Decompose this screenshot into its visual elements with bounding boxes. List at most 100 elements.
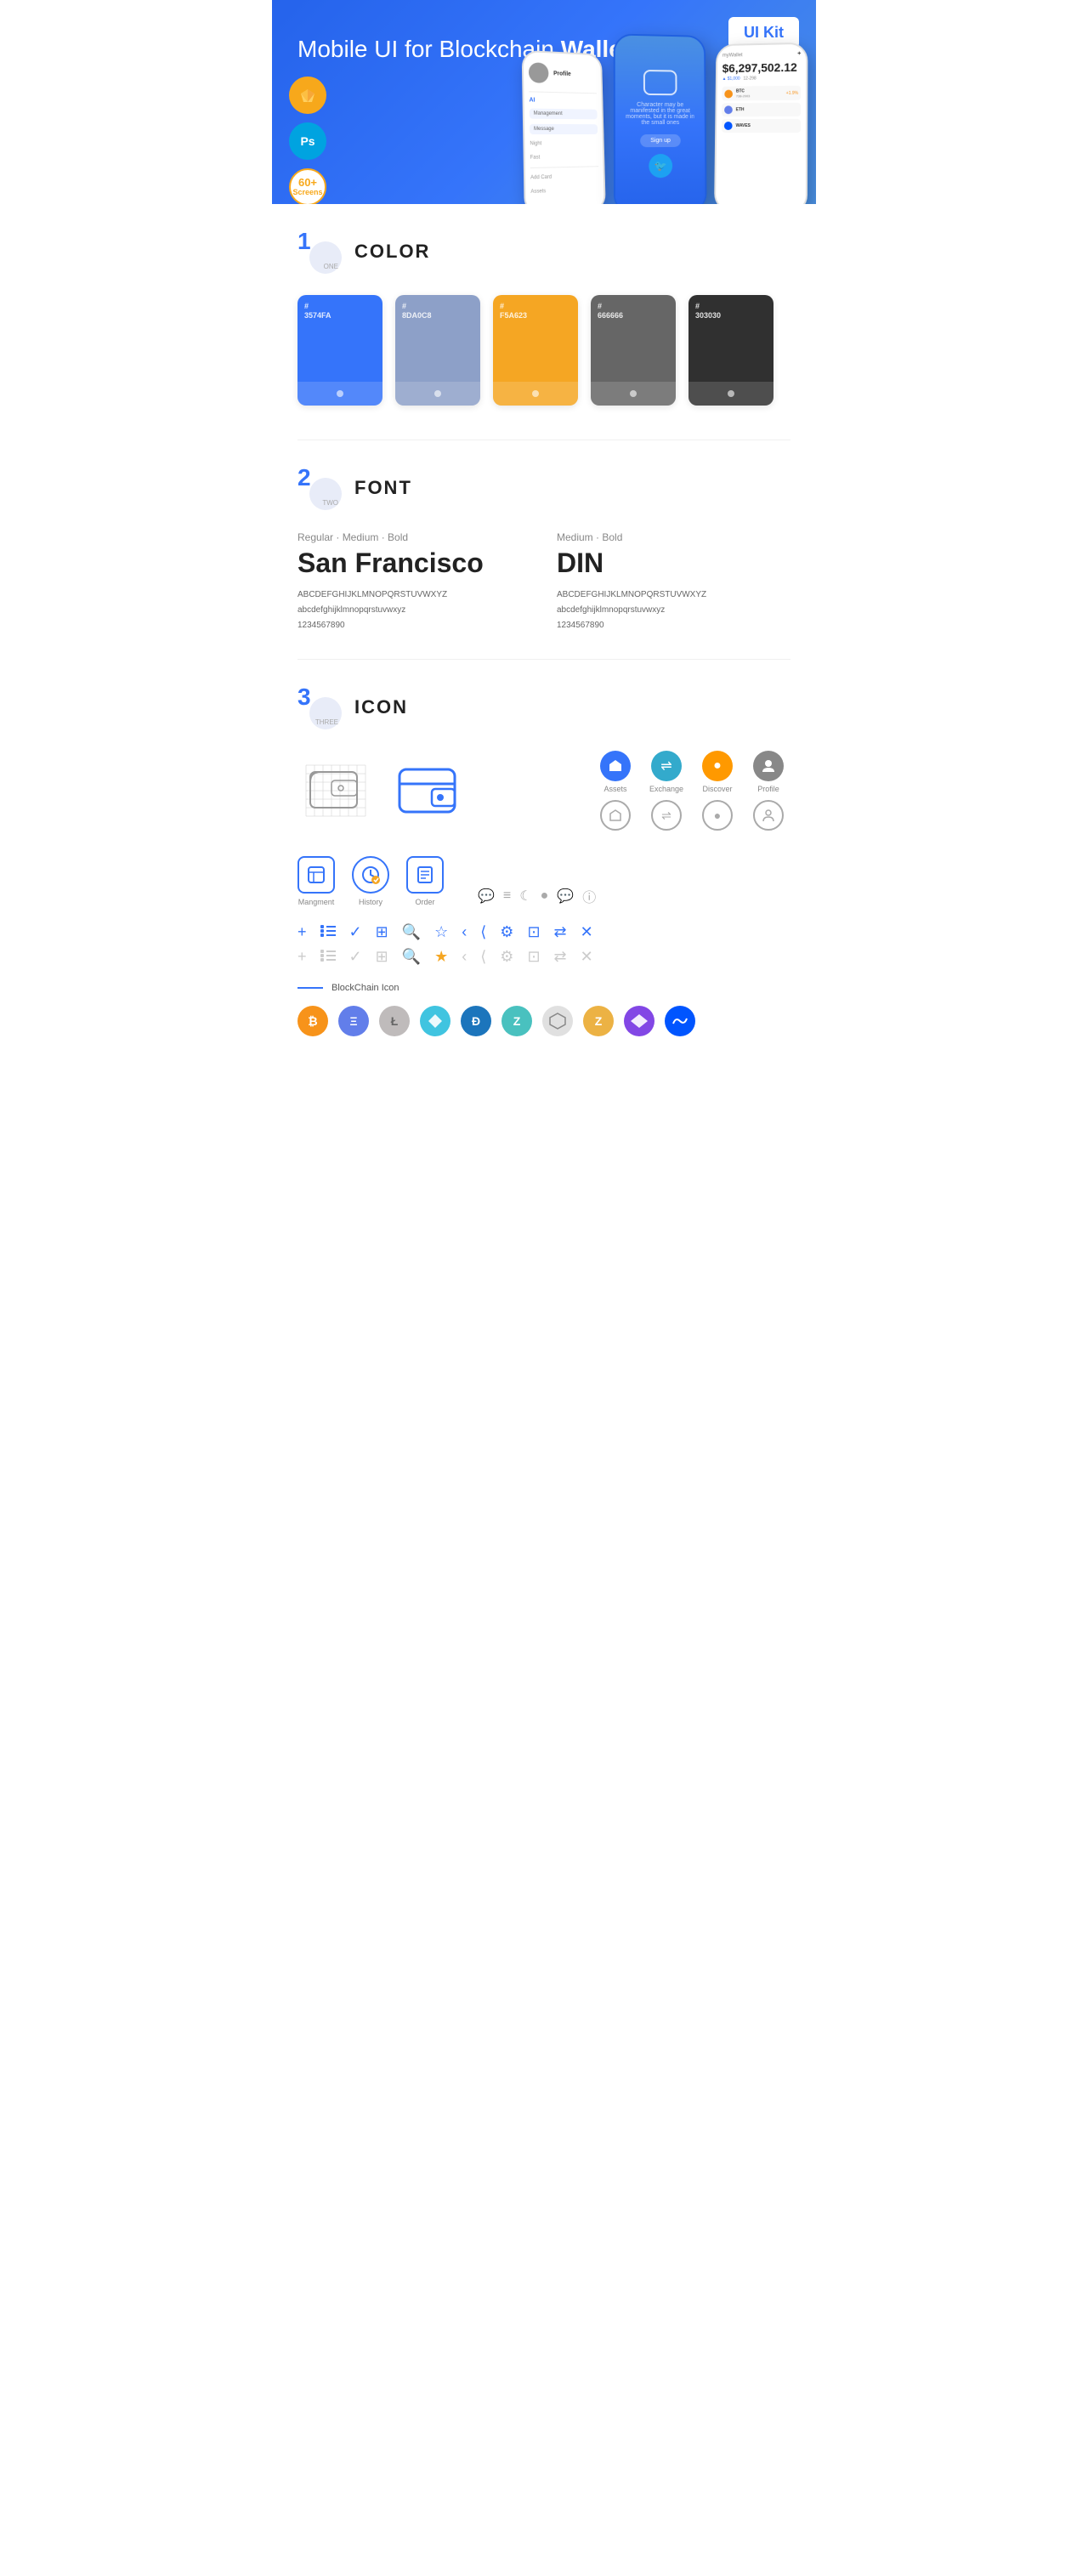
discover-icon-gray: ● [702, 800, 733, 831]
profile-icon-gray [753, 800, 784, 831]
discover-icon-outline: ● [695, 800, 740, 831]
management-icon [298, 856, 335, 894]
check-icon-gray: ✓ [349, 948, 362, 966]
matic-icon [624, 1006, 654, 1036]
chat-icon: 💬 [478, 888, 495, 905]
list-icon-gray [320, 948, 336, 966]
discover-icon-item: ● Discover [695, 751, 740, 793]
management-label: Mangment [298, 898, 335, 906]
star-icon: ☆ [434, 923, 448, 941]
export-icon-gray: ⊡ [527, 948, 540, 966]
color-swatch-1: #3574FA [298, 295, 382, 406]
font-din-lowercase: abcdefghijklmnopqrstuvwxyz [557, 603, 790, 618]
share-icon-gray: ⟨ [480, 948, 486, 966]
section-number-1: 1 ONE [298, 230, 342, 274]
color-grid: #3574FA #8DA0C8 #F5A623 #666666 #303030 [298, 295, 790, 406]
assets-icon-gray [600, 800, 631, 831]
font-din-uppercase: ABCDEFGHIJKLMNOPQRSTUVWXYZ [557, 587, 790, 603]
phone-left: Profile AI Management Message Night Fast… [522, 50, 606, 204]
sketch-badge [289, 77, 326, 114]
history-icon [352, 856, 389, 894]
blockchain-label-row: BlockChain Icon [298, 983, 790, 993]
qr-icon-gray: ⊞ [376, 948, 388, 966]
plus-icon-gray: + [298, 948, 307, 966]
exchange-icon-outline: ⇌ [644, 800, 688, 831]
exchange-icon-gray: ⇌ [651, 800, 682, 831]
bitcoin-icon: ₿ [298, 1006, 328, 1036]
font-sf-name: San Francisco [298, 548, 531, 579]
settings-icon-gray: ⚙ [500, 948, 513, 966]
blockchain-section: BlockChain Icon ₿ Ξ Ł Đ Z Z [298, 983, 790, 1036]
zilliqa-icon: Z [502, 1006, 532, 1036]
assets-icon-item: Assets [593, 751, 638, 793]
history-icon-item: History [352, 856, 389, 906]
color-swatch-5: #303030 [688, 295, 774, 406]
discover-label: Discover [702, 785, 732, 793]
profile-icon [753, 751, 784, 781]
swap-icon-gray: ⇄ [554, 948, 567, 966]
font-sf-subtitle: Regular · Medium · Bold [298, 531, 531, 543]
small-icons-blue: + ✓ ⊞ 🔍 ☆ ‹ ⟨ ⚙ ⊡ ⇄ ✕ [298, 923, 790, 941]
management-icon-item: Mangment [298, 856, 335, 906]
back-icon: ‹ [462, 923, 467, 941]
assets-icon [600, 751, 631, 781]
check-icon: ✓ [349, 923, 362, 941]
blockchain-label: BlockChain Icon [332, 983, 400, 993]
order-icon [406, 856, 444, 894]
hero-section: Mobile UI for Blockchain Wallet UI Kit P… [272, 0, 816, 204]
iota-icon [542, 1006, 573, 1036]
list-icon [320, 923, 336, 941]
color-swatch-3: #F5A623 [493, 295, 578, 406]
icon-title: ICON [354, 696, 408, 718]
wallet-wireframe-icon [298, 757, 374, 825]
phones-mockup: Profile AI Management Message Night Fast… [522, 34, 808, 204]
circle-icon: ● [541, 888, 549, 904]
zcash-icon: Z [583, 1006, 614, 1036]
color-swatch-2: #8DA0C8 [395, 295, 480, 406]
icon-named-grid: Assets ⇌ Exchange ● Discover Profile [593, 751, 790, 831]
content-area: 1 ONE COLOR #3574FA #8DA0C8 #F5A623 #666… [272, 204, 816, 1062]
assets-label: Assets [604, 785, 626, 793]
section-number-3: 3 THREE [298, 685, 342, 729]
exchange-icon-item: ⇌ Exchange [644, 751, 688, 793]
font-din-name: DIN [557, 548, 790, 579]
icon-large-grid: Assets ⇌ Exchange ● Discover Profile [298, 751, 790, 831]
misc-icons: 💬 ≡ ☾ ● 💬 ⓘ [478, 886, 596, 906]
font-sf-lowercase: abcdefghijklmnopqrstuvwxyz [298, 603, 531, 618]
order-label: Order [415, 898, 434, 906]
phone-right: myWallet + $6,297,502.12 ▲ $1,000 12-298… [714, 43, 808, 204]
ps-badge: Ps [289, 122, 326, 160]
back-icon-gray: ‹ [462, 948, 467, 966]
badge-row: Ps 60+Screens [289, 77, 326, 204]
share-icon: ⟨ [480, 923, 486, 941]
font-grid: Regular · Medium · Bold San Francisco AB… [298, 531, 790, 633]
plus-icon: + [298, 923, 307, 941]
app-icon-row: Mangment History [298, 856, 790, 906]
ethereum-icon: Ξ [338, 1006, 369, 1036]
phone-center: Character may be manifested in the great… [614, 33, 707, 204]
stack-icon: ≡ [503, 888, 511, 904]
order-icon-item: Order [406, 856, 444, 906]
swap-icon: ⇄ [554, 923, 567, 941]
star-icon-filled: ★ [434, 948, 448, 966]
litecoin-icon: Ł [379, 1006, 410, 1036]
profile-label: Profile [757, 785, 779, 793]
section-number-2: 2 TWO [298, 466, 342, 510]
profile-icon-outline [746, 800, 790, 831]
close-icon: ✕ [581, 923, 593, 941]
blockchain-line [298, 987, 323, 989]
history-label: History [359, 898, 382, 906]
dash-icon: Đ [461, 1006, 491, 1036]
screens-badge: 60+Screens [289, 168, 326, 204]
settings-icon: ⚙ [500, 923, 513, 941]
info-icon: ⓘ [582, 886, 596, 906]
font-din: Medium · Bold DIN ABCDEFGHIJKLMNOPQRSTUV… [557, 531, 790, 633]
wallet-colored-icon [391, 757, 468, 825]
discover-icon: ● [702, 751, 733, 781]
small-icons-gray: + ✓ ⊞ 🔍 ★ ‹ ⟨ ⚙ ⊡ ⇄ ✕ [298, 948, 790, 966]
profile-icon-item: Profile [746, 751, 790, 793]
close-icon-gray: ✕ [581, 948, 593, 966]
speech-icon: 💬 [557, 888, 574, 905]
font-sf-uppercase: ABCDEFGHIJKLMNOPQRSTUVWXYZ [298, 587, 531, 603]
font-din-subtitle: Medium · Bold [557, 531, 790, 543]
